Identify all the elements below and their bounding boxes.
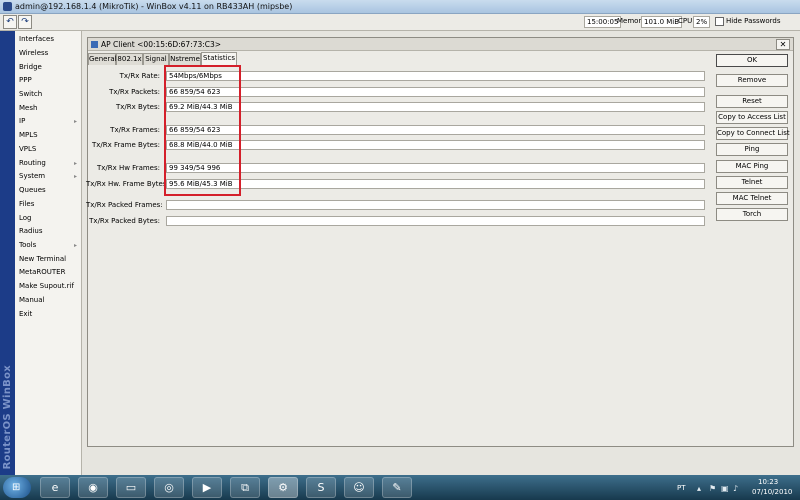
- sidebar-item-tools[interactable]: Tools ▸: [19, 239, 79, 252]
- torch-button[interactable]: Torch: [716, 208, 788, 221]
- tx-rx-hw-frame-bytes-label: Tx/Rx Hw. Frame Bytes:: [86, 180, 169, 188]
- tab-802-1x[interactable]: 802.1x: [116, 53, 143, 65]
- cpu-display: 2%: [693, 16, 711, 28]
- time-display: 15:00:05: [584, 16, 622, 28]
- highlight-box: [164, 65, 241, 196]
- sidebar-item-ip[interactable]: IP ▸: [19, 115, 79, 128]
- clock-date[interactable]: 07/10/2010: [752, 488, 792, 496]
- ok-button[interactable]: OK: [716, 54, 788, 67]
- winbox-icon[interactable]: ⚙: [268, 477, 298, 498]
- sidebar-item-files[interactable]: Files: [19, 198, 79, 211]
- tab-general[interactable]: General: [88, 53, 117, 65]
- ping-button[interactable]: Ping: [716, 143, 788, 156]
- tx-rx-packed-frames-label: Tx/Rx Packed Frames:: [86, 201, 163, 209]
- winbox-app-icon: [3, 2, 12, 11]
- tx-rx-rate-label: Tx/Rx Rate:: [119, 72, 160, 80]
- copy-to-access-list-button[interactable]: Copy to Access List: [716, 111, 788, 124]
- network-icon[interactable]: ⧉: [230, 477, 260, 498]
- routeros-strip: RouterOS WinBox: [0, 31, 15, 475]
- sidebar-item-interfaces[interactable]: Interfaces: [19, 33, 79, 46]
- sidebar-item-log[interactable]: Log: [19, 212, 79, 225]
- copy-to-connect-list-button[interactable]: Copy to Connect List: [716, 127, 790, 140]
- sidebar-item-make-supout[interactable]: Make Supout.rif: [19, 280, 79, 293]
- hide-passwords-checkbox[interactable]: [715, 17, 724, 26]
- volume-icon[interactable]: ♪: [733, 484, 738, 493]
- dialog-title: AP Client <00:15:6D:67:73:C3>: [101, 40, 222, 49]
- mac-ping-button[interactable]: MAC Ping: [716, 160, 788, 173]
- taskbar: ⊞ e ◉ ▭ ◎ ▶ ⧉ ⚙ S ☺ ✎ PT ▴ ⚑ ▣ ♪ 10:23 0…: [0, 475, 800, 500]
- tx-rx-packed-bytes-label: Tx/Rx Packed Bytes:: [89, 217, 160, 225]
- submenu-arrow-icon: ▸: [73, 118, 77, 125]
- sidebar-item-mesh[interactable]: Mesh: [19, 102, 79, 115]
- tx-rx-packets-label: Tx/Rx Packets:: [109, 88, 160, 96]
- redo-icon[interactable]: ↷: [18, 15, 32, 29]
- title-bar: admin@192.168.1.4 (MikroTik) - WinBox v4…: [0, 0, 800, 14]
- submenu-arrow-icon: ▸: [73, 160, 77, 167]
- routeros-winbox-text: RouterOS WinBox: [2, 364, 13, 469]
- sidebar-item-ppp[interactable]: PPP: [19, 74, 79, 87]
- sidebar-item-wireless[interactable]: Wireless: [19, 47, 79, 60]
- tx-rx-frames-label: Tx/Rx Frames:: [110, 126, 160, 134]
- paint-icon[interactable]: ✎: [382, 477, 412, 498]
- window-title: admin@192.168.1.4 (MikroTik) - WinBox v4…: [15, 2, 293, 11]
- language-indicator[interactable]: PT: [677, 484, 686, 492]
- sidebar-item-new-terminal[interactable]: New Terminal: [19, 253, 79, 266]
- reset-button[interactable]: Reset: [716, 95, 788, 108]
- tx-rx-hw-frame-bytes-field: 95.6 MiB/45.3 MiB: [166, 179, 705, 189]
- sidebar-item-system[interactable]: System ▸: [19, 170, 79, 183]
- tx-rx-packed-frames-field: [166, 200, 705, 210]
- folder-icon[interactable]: ▭: [116, 477, 146, 498]
- tab-statistics[interactable]: Statistics: [201, 52, 237, 65]
- tx-rx-frame-bytes-field: 68.8 MiB/44.0 MiB: [166, 140, 705, 150]
- tx-rx-packed-bytes-field: [166, 216, 705, 226]
- close-icon[interactable]: ✕: [776, 39, 790, 50]
- submenu-arrow-icon: ▸: [73, 173, 77, 180]
- start-button[interactable]: ⊞: [3, 477, 31, 498]
- wireless-icon: [91, 41, 98, 48]
- firefox-icon[interactable]: ◉: [78, 477, 108, 498]
- tx-rx-frames-field: 66 859/54 623: [166, 125, 705, 135]
- hide-passwords-label: Hide Passwords: [726, 17, 781, 25]
- tx-rx-frame-bytes-label: Tx/Rx Frame Bytes:: [91, 141, 160, 149]
- memory-display: 101.0 MiB: [641, 16, 683, 28]
- sidebar-item-metarouter[interactable]: MetaROUTER: [19, 266, 79, 279]
- sidebar-menu: Interfaces Wireless Bridge PPP Switch Me…: [15, 31, 82, 475]
- sidebar-item-routing[interactable]: Routing ▸: [19, 157, 79, 170]
- sidebar-item-mpls[interactable]: MPLS: [19, 129, 79, 142]
- windows-logo-icon: ⊞: [12, 482, 21, 493]
- tray-arrow-icon[interactable]: ▴: [697, 484, 701, 493]
- sidebar-item-switch[interactable]: Switch: [19, 88, 79, 101]
- sidebar-item-exit[interactable]: Exit: [19, 308, 79, 321]
- tx-rx-hw-frames-label: Tx/Rx Hw Frames:: [96, 164, 160, 172]
- mac-telnet-button[interactable]: MAC Telnet: [716, 192, 788, 205]
- sidebar-item-radius[interactable]: Radius: [19, 225, 79, 238]
- dialog-title-bar[interactable]: AP Client <00:15:6D:67:73:C3> ✕: [88, 38, 793, 51]
- tx-rx-bytes-field: 69.2 MiB/44.3 MiB: [166, 102, 705, 112]
- tab-nstreme[interactable]: Nstreme: [169, 53, 201, 65]
- undo-icon[interactable]: ↶: [3, 15, 17, 29]
- monitor-icon[interactable]: ▣: [721, 484, 729, 493]
- sidebar-item-bridge[interactable]: Bridge: [19, 61, 79, 74]
- sidebar-item-vpls[interactable]: VPLS: [19, 143, 79, 156]
- tx-rx-bytes-label: Tx/Rx Bytes:: [115, 103, 160, 111]
- telnet-button[interactable]: Telnet: [716, 176, 788, 189]
- toolbar: ↶ ↷ 15:00:05 Memory: 101.0 MiB CPU: 2% H…: [0, 14, 800, 31]
- clock-time[interactable]: 10:23: [758, 478, 778, 486]
- remove-button[interactable]: Remove: [716, 74, 788, 87]
- sidebar-item-manual[interactable]: Manual: [19, 294, 79, 307]
- sidebar-item-queues[interactable]: Queues: [19, 184, 79, 197]
- tab-signal[interactable]: Signal: [143, 53, 169, 65]
- submenu-arrow-icon: ▸: [73, 242, 77, 249]
- tx-rx-hw-frames-field: 99 349/54 996: [166, 163, 705, 173]
- tx-rx-packets-field: 66 859/54 623: [166, 87, 705, 97]
- tx-rx-rate-field: 54Mbps/6Mbps: [166, 71, 705, 81]
- internet-explorer-icon[interactable]: e: [40, 477, 70, 498]
- flag-icon[interactable]: ⚑: [709, 484, 716, 493]
- media-player-icon[interactable]: ◎: [154, 477, 184, 498]
- chat-icon[interactable]: ☺: [344, 477, 374, 498]
- player-icon[interactable]: ▶: [192, 477, 222, 498]
- skype-icon[interactable]: S: [306, 477, 336, 498]
